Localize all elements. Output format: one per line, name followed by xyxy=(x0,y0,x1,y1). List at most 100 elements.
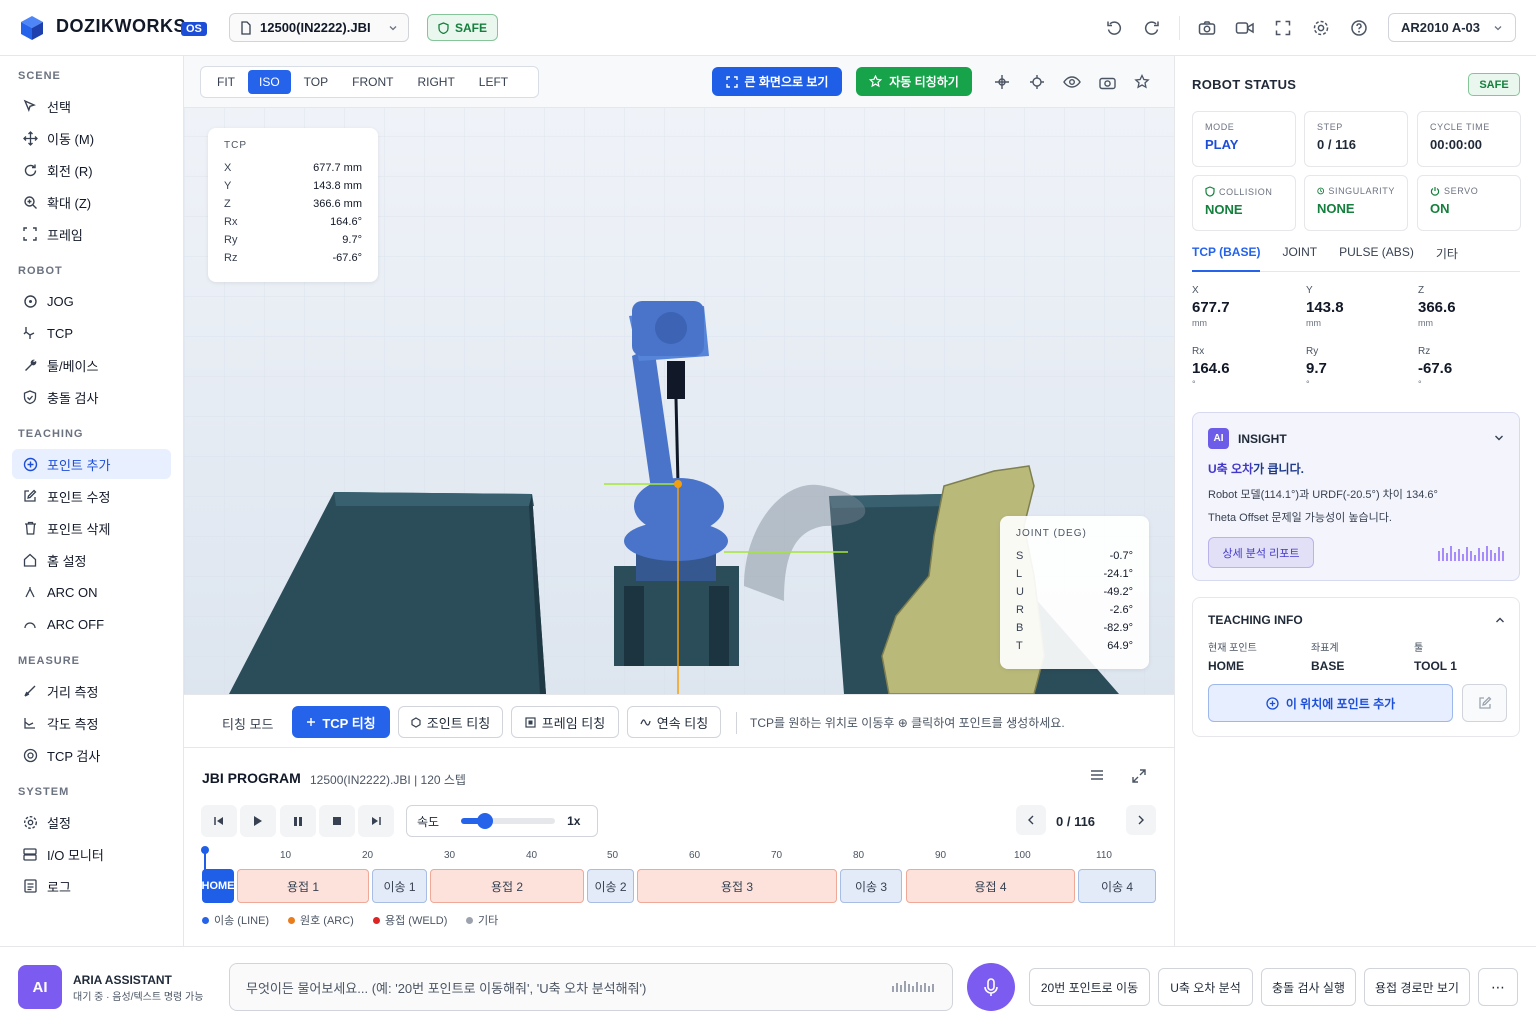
sidebar-item-io-monitor[interactable]: I/O 모니터 xyxy=(12,839,171,869)
sidebar-item-distance[interactable]: 거리 측정 xyxy=(12,676,171,706)
auto-teaching-button[interactable]: 자동 티칭하기 xyxy=(856,67,972,96)
ask-input[interactable]: 무엇이든 물어보세요... (예: '20번 포인트로 이동해줘', 'U축 오… xyxy=(229,963,953,1011)
sidebar-item-label: 회전 (R) xyxy=(47,163,93,179)
continuous-teaching-button[interactable]: 연속 티칭 xyxy=(627,706,721,738)
add-point-here-button[interactable]: 이 위치에 포인트 추가 xyxy=(1208,684,1453,722)
view-tab-front[interactable]: FRONT xyxy=(341,70,404,94)
undo-icon[interactable] xyxy=(1102,16,1126,40)
view-tab-top[interactable]: TOP xyxy=(293,70,339,94)
skip-start-button[interactable] xyxy=(201,805,237,837)
more-options-button[interactable]: ⋯ xyxy=(1478,968,1518,1006)
sidebar-item-rotate[interactable]: 회전 (R) xyxy=(12,155,171,185)
sidebar-item-frame[interactable]: 프레임 xyxy=(12,219,171,249)
view-tab-iso[interactable]: ISO xyxy=(248,70,291,94)
crosshair-icon[interactable] xyxy=(1027,72,1047,92)
step-next-button[interactable] xyxy=(1126,805,1156,835)
section-title-scene: SCENE xyxy=(18,70,61,82)
quick-action-weld-path-only[interactable]: 용접 경로만 보기 xyxy=(1364,968,1470,1006)
segment-weld-1[interactable]: 용접 1 xyxy=(237,869,369,903)
play-button[interactable] xyxy=(240,805,276,837)
segment-move-2[interactable]: 이송 2 xyxy=(587,869,634,903)
sidebar-item-arc-off[interactable]: ARC OFF xyxy=(12,609,171,639)
chevron-down-icon xyxy=(389,25,397,30)
quick-action-u-axis-analysis[interactable]: U축 오차 분석 xyxy=(1158,968,1253,1006)
sidebar-item-collision-check[interactable]: 충돌 검사 xyxy=(12,382,171,412)
coord-z: Z 366.6 mm xyxy=(1418,285,1518,328)
chevron-up-icon[interactable] xyxy=(1495,616,1505,624)
sidebar-item-arc-on[interactable]: ARC ON xyxy=(12,577,171,607)
gear-icon[interactable] xyxy=(1309,16,1333,40)
segment-weld-2[interactable]: 용접 2 xyxy=(430,869,584,903)
segment-weld-4[interactable]: 용접 4 xyxy=(906,869,1075,903)
pause-button[interactable] xyxy=(280,805,316,837)
skip-end-button[interactable] xyxy=(358,805,394,837)
sidebar-item-label: 툴/베이스 xyxy=(47,358,99,374)
move-icon xyxy=(22,130,38,146)
view-tab-left[interactable]: LEFT xyxy=(468,70,519,94)
sidebar-item-delete-point[interactable]: 포인트 삭제 xyxy=(12,513,171,543)
sidebar-item-select[interactable]: 선택 xyxy=(12,91,171,121)
tab-tcp-base[interactable]: TCP (BASE) xyxy=(1192,242,1261,272)
step-prev-button[interactable] xyxy=(1016,805,1046,835)
speed-slider-knob[interactable] xyxy=(476,813,493,829)
axis-icon[interactable] xyxy=(992,72,1012,92)
sidebar-item-tcp-check[interactable]: TCP 검사 xyxy=(12,740,171,770)
segment-move-1[interactable]: 이송 1 xyxy=(372,869,427,903)
quick-action-collision-check[interactable]: 충돌 검사 실행 xyxy=(1261,968,1356,1006)
sidebar-item-add-point[interactable]: 포인트 추가 xyxy=(12,449,171,479)
sidebar-item-settings[interactable]: 설정 xyxy=(12,807,171,837)
tab-joint[interactable]: JOINT xyxy=(1282,242,1317,272)
tcp-teaching-button[interactable]: TCP 티칭 xyxy=(292,706,390,738)
value: 677.7 mm xyxy=(313,162,362,174)
sidebar-item-tcp[interactable]: TCP xyxy=(12,318,171,348)
microphone-button[interactable] xyxy=(967,963,1015,1011)
stop-button[interactable] xyxy=(319,805,355,837)
tab-pulse-abs[interactable]: PULSE (ABS) xyxy=(1339,242,1414,272)
file-select[interactable]: 12500(IN2222).JBI xyxy=(229,13,409,42)
3d-viewport[interactable]: FIT ISO TOP FRONT RIGHT LEFT 큰 화면으로 보기 자… xyxy=(184,56,1174,694)
jog-icon xyxy=(22,293,38,309)
list-icon[interactable] xyxy=(1090,769,1104,781)
camera-icon[interactable] xyxy=(1097,72,1117,92)
sidebar-item-label: 설정 xyxy=(47,815,71,831)
sidebar-item-edit-point[interactable]: 포인트 수정 xyxy=(12,481,171,511)
camera-icon[interactable] xyxy=(1195,16,1219,40)
waveform-icon xyxy=(1438,546,1504,561)
sidebar-item-zoom[interactable]: 확대 (Z) xyxy=(12,187,171,217)
sidebar-item-tool-base[interactable]: 툴/베이스 xyxy=(12,350,171,380)
frame-teaching-button[interactable]: 프레임 티칭 xyxy=(511,706,619,738)
expand-icon[interactable] xyxy=(1132,769,1146,783)
tab-etc[interactable]: 기타 xyxy=(1436,242,1458,272)
insight-headline: U축 오차가 큽니다. xyxy=(1208,460,1304,477)
detail-report-button[interactable]: 상세 분석 리포트 xyxy=(1208,537,1314,568)
chevron-right-icon xyxy=(1138,815,1144,825)
segment-move-4[interactable]: 이송 4 xyxy=(1078,869,1156,903)
segment-weld-3[interactable]: 용접 3 xyxy=(637,869,837,903)
redo-icon[interactable] xyxy=(1140,16,1164,40)
robot-model-select[interactable]: AR2010 A-03 xyxy=(1388,13,1516,42)
fullscreen-view-button[interactable]: 큰 화면으로 보기 xyxy=(712,67,842,96)
coord-y: Y 143.8 mm xyxy=(1306,285,1406,328)
view-tab-fit[interactable]: FIT xyxy=(206,70,246,94)
quick-action-move-to-point[interactable]: 20번 포인트로 이동 xyxy=(1029,968,1150,1006)
view-tab-right[interactable]: RIGHT xyxy=(406,70,465,94)
coord-unit: mm xyxy=(1418,318,1433,328)
help-icon[interactable] xyxy=(1347,16,1371,40)
sidebar-item-log[interactable]: 로그 xyxy=(12,871,171,901)
sidebar-item-move[interactable]: 이동 (M) xyxy=(12,123,171,153)
segment-home[interactable]: HOME xyxy=(202,869,235,903)
coord-rx: Rx 164.6 ° xyxy=(1192,346,1292,389)
chevron-down-icon[interactable] xyxy=(1494,434,1504,442)
edit-point-button[interactable] xyxy=(1462,684,1507,722)
brand-name: DOZIKWORKS xyxy=(56,16,186,36)
eye-icon[interactable] xyxy=(1062,72,1082,92)
fullscreen-icon[interactable] xyxy=(1271,16,1295,40)
sidebar-item-jog[interactable]: JOG xyxy=(12,286,171,316)
speed-slider[interactable] xyxy=(461,813,556,829)
joint-teaching-button[interactable]: 조인트 티칭 xyxy=(398,706,503,738)
sidebar-item-home-setting[interactable]: 홈 설정 xyxy=(12,545,171,575)
sidebar-item-angle[interactable]: 각도 측정 xyxy=(12,708,171,738)
video-icon[interactable] xyxy=(1233,16,1257,40)
segment-move-3[interactable]: 이송 3 xyxy=(840,869,902,903)
star-icon[interactable] xyxy=(1132,72,1152,92)
